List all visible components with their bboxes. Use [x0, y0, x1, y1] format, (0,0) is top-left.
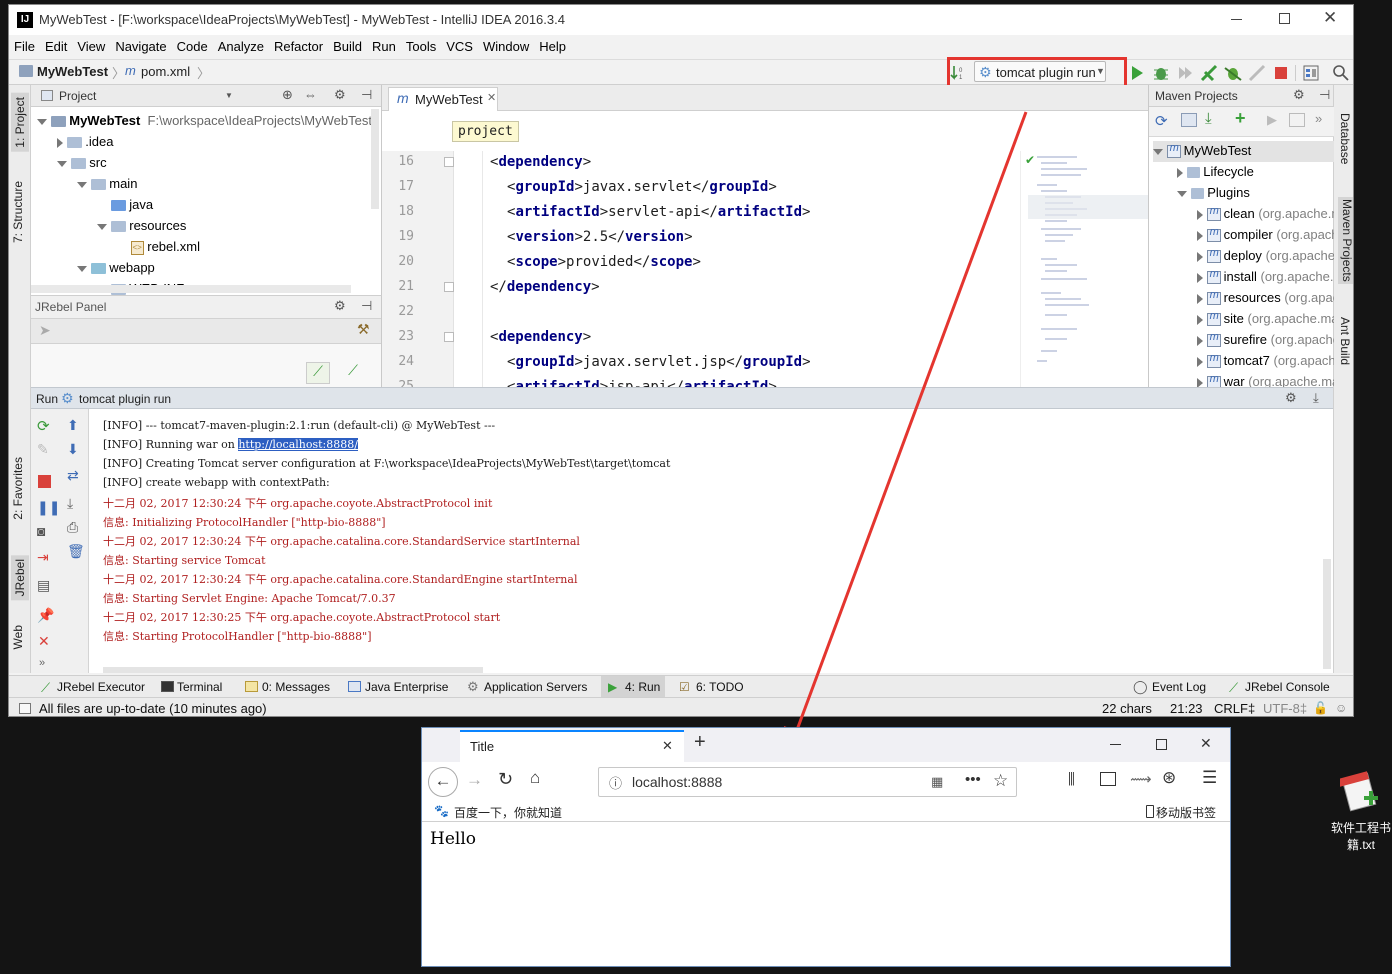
browser-tab[interactable]: Title ✕ [460, 730, 684, 762]
new-tab-icon[interactable]: + [694, 731, 706, 754]
bookmark-star-icon[interactable]: ☆ [993, 771, 1008, 791]
sidebar-icon[interactable] [1100, 772, 1116, 786]
menu-icon[interactable]: ☰ [1202, 768, 1217, 788]
bookmarks-bar: 🐾 百度一下，你就知道 移动版书签 [422, 802, 1230, 822]
url-bar[interactable]: ⓘ localhost:8888 ▦ ••• ☆ [598, 767, 1017, 797]
browser-tab-bar: Title ✕ + ✕ [422, 728, 1230, 762]
close-icon[interactable]: ✕ [1200, 735, 1212, 752]
minimize-icon[interactable] [1110, 744, 1121, 745]
forward-icon[interactable]: → [466, 770, 483, 790]
close-icon[interactable]: ✕ [662, 738, 673, 754]
browser-tab-title: Title [470, 739, 495, 754]
qr-code-icon[interactable]: ▦ [931, 774, 943, 790]
mobile-icon [1146, 805, 1154, 818]
mobile-bookmarks[interactable]: 移动版书签 [1156, 804, 1216, 821]
home-icon[interactable]: ⌂ [530, 768, 540, 788]
page-content: Hello [422, 823, 1230, 966]
browser-window: Title ✕ + ✕ ← → ↻ ⌂ ⓘ localhost:8888 ▦ •… [421, 727, 1231, 967]
sync-icon[interactable]: ⊛ [1162, 768, 1176, 788]
screenshot-icon[interactable]: ⟿ [1130, 770, 1152, 788]
library-icon[interactable]: ⫼ [1068, 771, 1075, 788]
url-text[interactable]: localhost:8888 [632, 774, 722, 790]
info-icon[interactable]: ⓘ [609, 773, 622, 792]
browser-toolbar: ← → ↻ ⌂ ⓘ localhost:8888 ▦ ••• ☆ ⫼ ⟿ ⊛ ☰ [422, 762, 1230, 802]
reload-icon[interactable]: ↻ [498, 769, 513, 790]
hello-text: Hello [430, 829, 476, 849]
baidu-paw-icon: 🐾 [434, 804, 449, 818]
desktop-file-icon[interactable]: 软件工程书籍.txt [1330, 768, 1392, 858]
desktop-file-label: 软件工程书籍.txt [1330, 821, 1391, 852]
back-icon[interactable]: ← [428, 767, 458, 797]
notepad-file-icon [1340, 771, 1378, 812]
bookmark-baidu[interactable]: 百度一下，你就知道 [454, 804, 562, 821]
more-icon[interactable]: ••• [965, 771, 981, 788]
maximize-icon[interactable] [1156, 739, 1167, 750]
